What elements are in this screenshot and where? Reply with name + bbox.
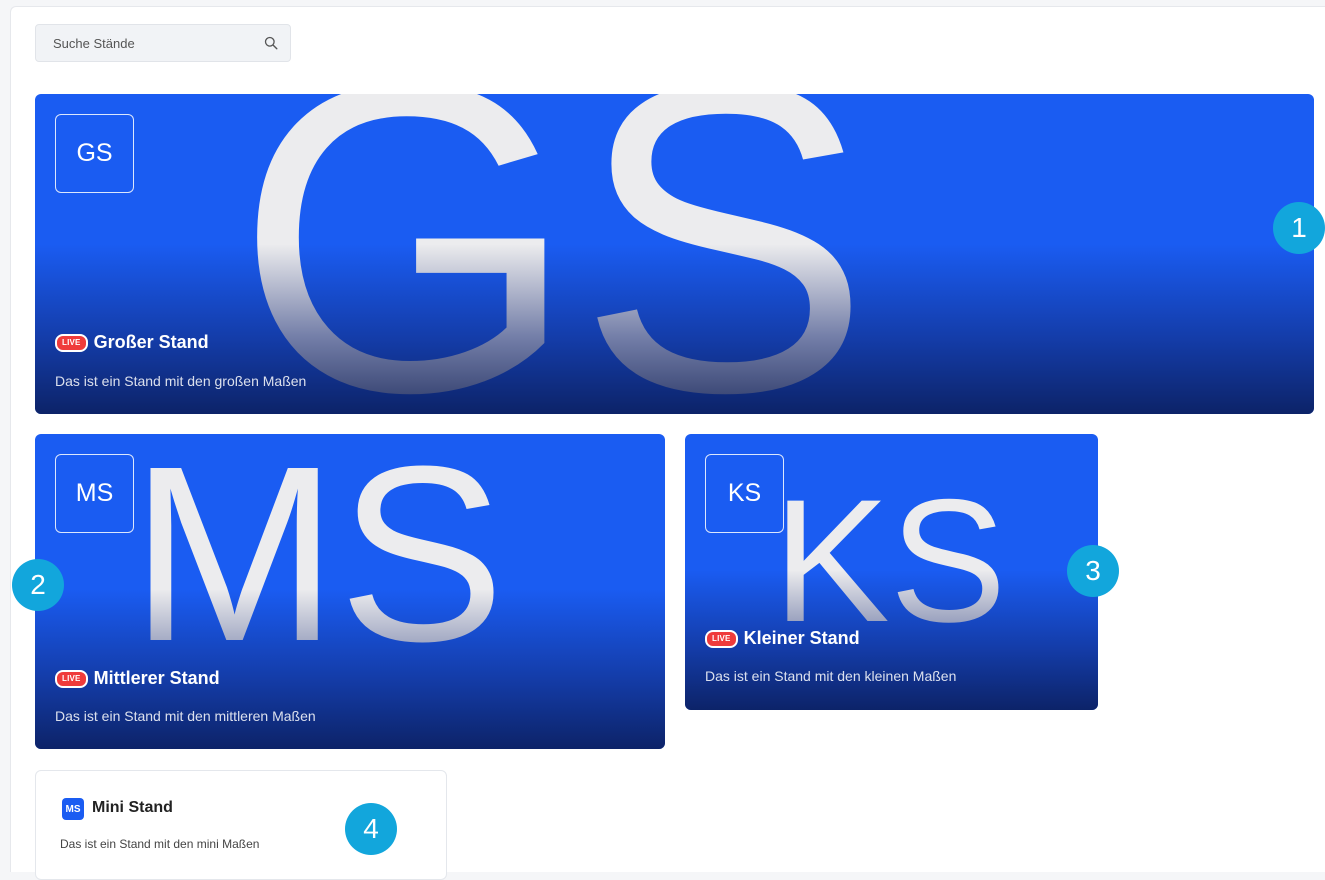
search-box[interactable] xyxy=(35,24,291,62)
stand-background-letters: MS xyxy=(130,434,505,693)
annotation-marker-3: 3 xyxy=(1067,545,1119,597)
stand-logo: MS xyxy=(62,798,84,820)
stand-background-letters: GS xyxy=(235,94,871,414)
live-badge: LIVE xyxy=(705,629,738,648)
stand-logo: MS xyxy=(55,454,134,533)
stand-title: Mini Stand xyxy=(92,799,173,816)
live-badge: LIVE xyxy=(55,333,88,352)
stand-logo: GS xyxy=(55,114,134,193)
annotation-marker-1: 1 xyxy=(1273,202,1325,254)
stand-card-klein[interactable]: KS KS LIVE Kleiner Stand Das ist ein Sta… xyxy=(685,434,1098,710)
stand-background-letters: KS xyxy=(773,464,1007,659)
stand-card-gross[interactable]: GS GS LIVE Großer Stand Das ist ein Stan… xyxy=(35,94,1314,414)
annotation-marker-2: 2 xyxy=(12,559,64,611)
stand-logo: KS xyxy=(705,454,784,533)
search-icon[interactable] xyxy=(264,36,278,50)
stand-description: Das ist ein Stand mit den mittleren Maße… xyxy=(55,708,316,724)
stand-title: Kleiner Stand xyxy=(743,628,860,648)
live-badge: LIVE xyxy=(55,669,88,688)
stand-description: Das ist ein Stand mit den kleinen Maßen xyxy=(705,668,957,684)
stand-description: Das ist ein Stand mit den mini Maßen xyxy=(60,837,260,851)
stand-description: Das ist ein Stand mit den großen Maßen xyxy=(55,373,307,389)
annotation-marker-4: 4 xyxy=(345,803,397,855)
stand-card-mittel[interactable]: MS MS LIVE Mittlerer Stand Das ist ein S… xyxy=(35,434,665,749)
search-input[interactable] xyxy=(36,25,273,61)
stand-title: Großer Stand xyxy=(93,332,209,352)
stand-title: Mittlerer Stand xyxy=(93,668,220,688)
